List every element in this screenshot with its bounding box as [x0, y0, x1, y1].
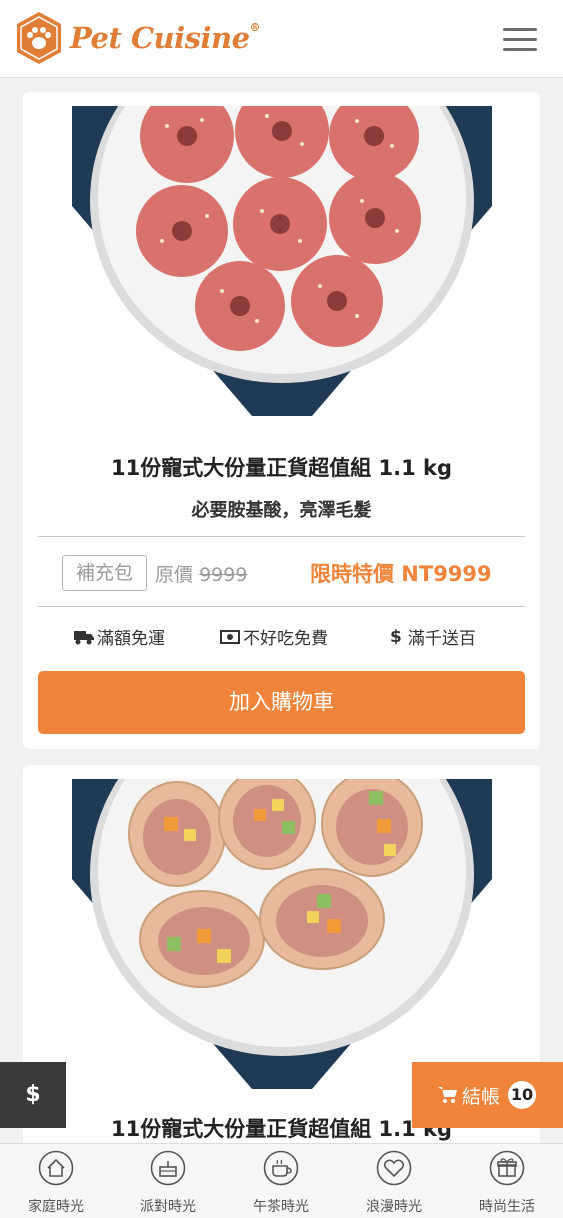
- product-image-rolls: [72, 779, 492, 1089]
- original-price: 原價 9999: [155, 564, 248, 586]
- divider: [38, 536, 525, 537]
- tab-tea-time[interactable]: 午茶時光: [225, 1150, 337, 1216]
- brand-logo[interactable]: Pet Cuisine®: [14, 10, 261, 66]
- truck-icon: [74, 630, 94, 644]
- feature-refund-guarantee: 不好吃免費: [220, 624, 328, 649]
- product-list[interactable]: 11份寵式大份量正貨超值組 1.1 kg 必要胺基酸，亮澤毛髮 補充包 原價 9…: [0, 79, 563, 1143]
- house-icon: [38, 1150, 74, 1186]
- bottom-tab-bar: 家庭時光 派對時光 午茶時光 浪漫時光 時尚生活: [0, 1143, 563, 1218]
- sale-price: 限時特價 NT9999: [310, 562, 492, 586]
- brand-name: Pet Cuisine®: [70, 21, 261, 55]
- teacup-icon: [263, 1150, 299, 1186]
- checkout-button[interactable]: 結帳 10: [412, 1062, 563, 1128]
- feature-list: 滿額免運 不好吃免費 $ 滿千送百: [23, 624, 540, 654]
- add-to-cart-button[interactable]: 加入購物車: [38, 671, 525, 734]
- gift-icon: [489, 1150, 525, 1186]
- app-header: Pet Cuisine®: [0, 0, 563, 78]
- hamburger-menu-icon[interactable]: [503, 28, 537, 52]
- dollar-icon: $: [390, 626, 402, 647]
- product-subtitle: 必要胺基酸，亮澤毛髮: [191, 500, 372, 521]
- tab-romantic-time[interactable]: 浪漫時光: [338, 1150, 450, 1216]
- cart-icon: [438, 1087, 457, 1103]
- feature-rebate: $ 滿千送百: [390, 626, 476, 650]
- tab-fashion-life[interactable]: 時尚生活: [451, 1150, 563, 1216]
- tab-family-time[interactable]: 家庭時光: [0, 1150, 112, 1216]
- price-filter-button[interactable]: $: [0, 1062, 66, 1128]
- tab-party-time[interactable]: 派對時光: [112, 1150, 224, 1216]
- checkout-label: 結帳: [462, 1085, 501, 1108]
- money-icon: [220, 629, 240, 644]
- product-image-donuts: [72, 106, 492, 416]
- paw-hexagon-icon: [17, 12, 61, 64]
- cart-count-badge: 10: [508, 1081, 537, 1109]
- product-title: 11份寵式大份量正貨超值組 1.1 kg: [110, 456, 453, 480]
- cake-icon: [150, 1150, 186, 1186]
- divider: [38, 606, 525, 607]
- refill-pack-tag[interactable]: 補充包: [62, 555, 147, 591]
- feature-free-shipping: 滿額免運: [74, 624, 165, 649]
- product-card: 11份寵式大份量正貨超值組 1.1 kg 必要胺基酸，亮澤毛髮 補充包 原價 9…: [23, 92, 540, 749]
- heart-icon: [376, 1150, 412, 1186]
